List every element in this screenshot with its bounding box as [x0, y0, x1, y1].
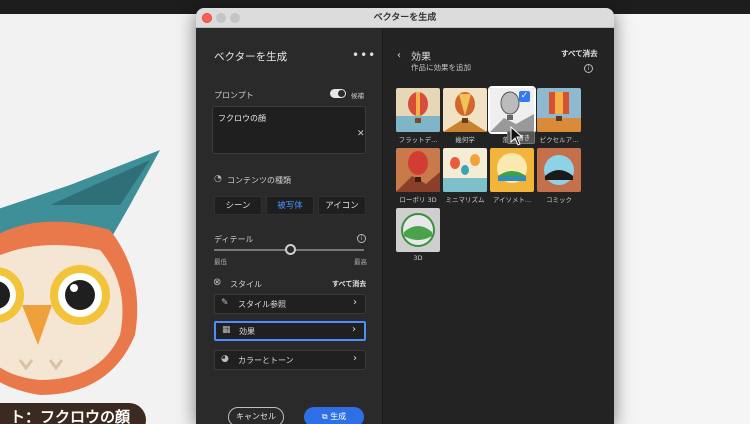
balloon-icon [443, 154, 487, 192]
effects-subtitle: 作品に効果を追加 [411, 63, 471, 72]
landscape-icon [497, 153, 527, 183]
effect-label: フラットデ... [398, 136, 438, 144]
style-clear-all-button[interactable]: すべて消去 [332, 279, 366, 289]
effect-label: ミニマリズム [445, 196, 485, 204]
detail-label: ディテール [214, 235, 254, 244]
effects-info-icon[interactable]: i [584, 64, 593, 73]
content-type-label: コンテンツの種類 [227, 176, 291, 185]
effect-tile-low-poly-3d[interactable] [396, 148, 440, 192]
detail-max-label: 最高 [354, 258, 367, 266]
detail-slider-thumb[interactable] [285, 244, 296, 255]
prompt-text: フクロウの顔 [218, 114, 266, 123]
content-type-icon: ◔ [214, 174, 222, 184]
effects-clear-all-button[interactable]: すべて消去 [561, 48, 598, 59]
owl-illustration [0, 150, 160, 395]
balloon-icon [396, 151, 440, 192]
back-chevron-icon[interactable]: ‹ [397, 50, 401, 61]
effect-label: 3D [413, 254, 423, 262]
effect-tile-comic[interactable] [537, 148, 581, 192]
window-title: ベクターを生成 [373, 13, 437, 23]
chevron-right-icon: › [353, 353, 357, 364]
style-reference-label: スタイル参照 [238, 300, 286, 309]
clear-prompt-icon[interactable]: ✕ [357, 129, 365, 139]
effect-tile-geometric[interactable] [443, 88, 487, 132]
effect-label: 幾何学 [455, 136, 475, 144]
effects-icon: ▦ [222, 325, 231, 335]
content-type-subject[interactable]: 被写体 [266, 196, 314, 215]
style-reference-icon: ✎ [221, 298, 229, 308]
effect-label: ピクセルア... [539, 136, 579, 144]
effect-tile-isometric[interactable] [490, 148, 534, 192]
effect-tile-3d[interactable] [396, 208, 440, 252]
settings-panel: ベクターを生成 ••• プロンプト 候補 フクロウの顔 ✕ ◔ コンテンツの種類… [196, 28, 382, 424]
more-options-icon[interactable]: ••• [352, 48, 376, 62]
cancel-button[interactable]: キャンセル [228, 407, 284, 424]
detail-min-label: 最低 [214, 258, 227, 266]
balloon-icon [537, 92, 581, 132]
style-label: スタイル [230, 280, 262, 289]
content-type-scene[interactable]: シーン [214, 196, 262, 215]
effect-tile-pixel-art[interactable] [537, 88, 581, 132]
generate-icon: ⧉ [321, 412, 331, 421]
style-reference-button[interactable]: ✎ スタイル参照 › [214, 294, 366, 314]
effects-title: 効果 [411, 52, 431, 63]
generate-label: 生成 [330, 412, 347, 421]
generate-vector-dialog: ベクターを生成 ベクターを生成 ••• プロンプト 候補 フクロウの顔 ✕ ◔ … [196, 8, 614, 424]
effect-label: アイソメト... [492, 196, 532, 204]
panel-title: ベクターを生成 [214, 51, 288, 63]
balloon-icon [396, 92, 440, 132]
effect-label: ローポリ 3D [399, 196, 437, 204]
effect-tile-minimalism[interactable] [443, 148, 487, 192]
color-tone-button[interactable]: ◕ カラーとトーン › [214, 350, 366, 370]
style-icon: ⊗ [213, 277, 222, 288]
landscape-icon [544, 155, 574, 185]
effects-panel: ‹ 効果 すべて消去 作品に効果を追加 i フラットデ... 幾何学 ✓ 落書き… [383, 28, 614, 424]
content-type-icon-option[interactable]: アイコン [318, 196, 366, 215]
balloon-icon [443, 92, 487, 132]
detail-info-icon[interactable]: i [357, 234, 366, 243]
color-tone-icon: ◕ [221, 354, 229, 364]
selected-check-icon: ✓ [519, 91, 530, 102]
window-titlebar: ベクターを生成 [196, 8, 614, 28]
chevron-right-icon: › [353, 297, 357, 308]
prompt-label: プロンプト [214, 91, 254, 100]
suggestions-label: 候補 [351, 92, 364, 100]
prompt-input[interactable]: フクロウの顔 [212, 106, 366, 154]
mouse-cursor-icon [510, 126, 524, 146]
canvas-prompt-label: ト：フクロウの顔 [0, 403, 147, 424]
landscape-icon [401, 213, 435, 247]
effect-label: コミック [546, 196, 572, 204]
suggestions-toggle[interactable] [330, 89, 346, 98]
generate-button[interactable]: ⧉ 生成 [304, 407, 364, 424]
effect-tile-flat[interactable] [396, 88, 440, 132]
chevron-right-icon: › [352, 324, 356, 335]
color-tone-label: カラーとトーン [238, 356, 294, 365]
canvas-right-area [614, 14, 750, 424]
effects-label: 効果 [239, 327, 255, 336]
effects-button[interactable]: ▦ 効果 › [214, 321, 366, 341]
